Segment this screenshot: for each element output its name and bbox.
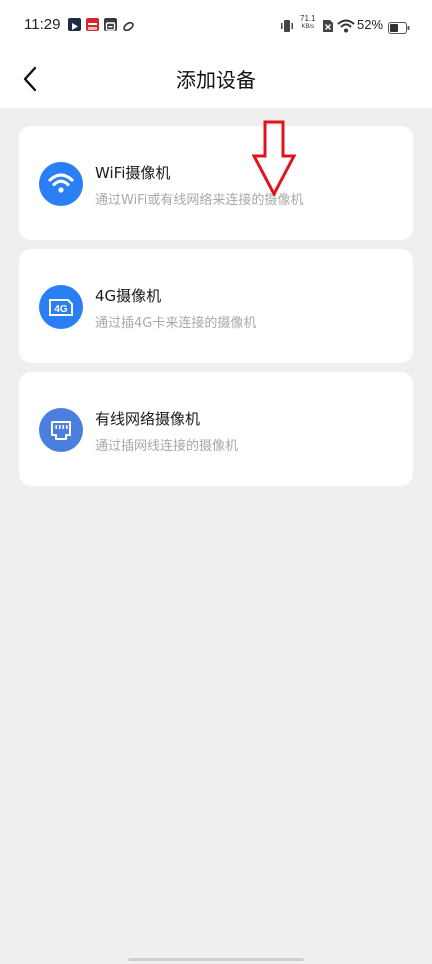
4g-icon: 4G [39, 285, 83, 329]
ethernet-port-icon [39, 408, 83, 452]
status-time: 11:29 [24, 16, 61, 33]
device-name: 有线网络摄像机 [95, 410, 201, 428]
page-title: 添加设备 [176, 68, 256, 92]
top-nav-bar: 添加设备 [0, 52, 432, 108]
battery-icon [388, 19, 410, 38]
device-name: 4G摄像机 [95, 287, 162, 305]
wifi-icon [39, 162, 83, 206]
no-sim-icon [322, 18, 334, 37]
device-description: 通过WiFi或有线网络来连接的摄像机 [95, 193, 304, 208]
status-bar: 11:29 71.1 KB/s 52% [0, 0, 432, 52]
device-name: WiFi摄像机 [95, 164, 171, 182]
play-store-notification-icon [68, 18, 81, 31]
wallet-notification-icon [104, 18, 117, 31]
wifi-status-icon [337, 18, 355, 37]
home-indicator[interactable] [128, 958, 304, 961]
net-speed-value: 71.1 [300, 14, 316, 23]
device-option-4g[interactable]: 4G 4G摄像机 通过插4G卡来连接的摄像机 [19, 249, 413, 363]
net-speed: 71.1 KB/s [300, 15, 316, 31]
device-option-wifi[interactable]: WiFi摄像机 通过WiFi或有线网络来连接的摄像机 [19, 126, 413, 240]
device-description: 通过插4G卡来连接的摄像机 [95, 316, 257, 331]
link-notification-icon [122, 18, 135, 32]
device-description: 通过插网线连接的摄像机 [95, 439, 239, 454]
4g-icon-label: 4G [54, 304, 68, 315]
battery-percent: 52% [357, 17, 384, 32]
news-notification-icon [86, 18, 99, 31]
device-option-wired[interactable]: 有线网络摄像机 通过插网线连接的摄像机 [19, 372, 413, 486]
vibrate-icon [280, 18, 294, 37]
net-speed-unit: KB/s [301, 24, 315, 30]
